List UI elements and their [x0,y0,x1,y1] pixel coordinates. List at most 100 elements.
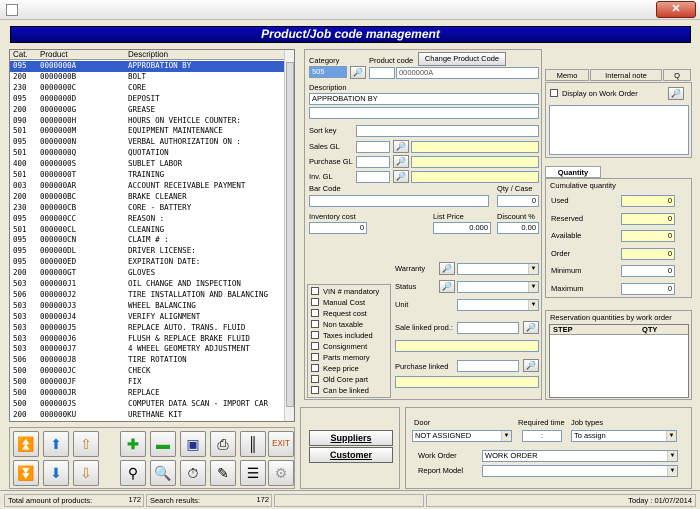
purchase-gl-field[interactable] [356,156,390,168]
job-types-select[interactable]: To assign ▼ [571,430,677,442]
warranty-select[interactable]: ▼ [457,263,539,275]
qty-case-field[interactable]: 0 [497,195,539,207]
reservation-table[interactable]: STEP QTY [549,324,689,398]
previous-record-icon[interactable]: ⬆ [43,431,69,457]
table-row[interactable]: 200 000000BC BRAKE CLEANER [10,192,294,203]
tab-memo[interactable]: Memo [545,69,589,81]
table-row[interactable]: 503 000000J6 FLUSH & REPLACE BRAKE FLUID [10,334,294,345]
barcode-icon[interactable]: ║ [240,431,266,457]
table-row[interactable]: 500 000000JC CHECK [10,366,294,377]
option-checkbox[interactable]: Consignment [311,342,367,352]
print-icon[interactable]: ⎙ [210,431,236,457]
display-on-work-order-checkbox[interactable]: Display on Work Order [550,89,638,99]
table-row[interactable]: 500 000000JS COMPUTER DATA SCAN - IMPORT C… [10,399,294,410]
required-time-field[interactable]: : [522,430,562,442]
table-row[interactable]: 200 000000GT GLOVES [10,268,294,279]
memo-edit-icon[interactable]: 🔎 [668,87,684,100]
table-row[interactable]: 230 000000CB CORE - BATTERY [10,203,294,214]
table-row[interactable]: 503 000000J3 WHEEL BALANCING [10,301,294,312]
qty-value[interactable]: 0 [621,265,675,277]
table-row[interactable]: 200 0000000G GREASE [10,105,294,116]
list-scrollbar[interactable] [284,50,294,421]
table-row[interactable]: 400 0000000S SUBLET LABOR [10,159,294,170]
zoom-search-icon[interactable]: 🔍 [150,460,176,486]
next-record-icon[interactable]: ⬇ [43,460,69,486]
option-checkbox[interactable]: Taxes included [311,331,373,341]
option-checkbox[interactable]: Can be linked [311,386,369,396]
suppliers-button[interactable]: Suppliers [309,430,393,446]
table-row[interactable]: 095 0000000D DEPOSIT [10,94,294,105]
product-code-prefix-field[interactable] [369,67,395,79]
col-header-product[interactable]: Product [40,50,68,60]
scroll-thumb[interactable] [286,62,294,407]
option-checkbox[interactable]: Parts memory [311,353,370,363]
option-checkbox[interactable]: Non taxable [311,320,363,330]
table-row[interactable]: 501 000000CL CLEANING [10,225,294,236]
option-checkbox[interactable]: Manual Cost [311,298,365,308]
table-row[interactable]: 095 000000CN CLAIM # : [10,235,294,246]
change-product-code-button[interactable]: Change Product Code [418,52,506,66]
description-field[interactable]: APPROBATION BY [309,93,539,105]
col-header-cat[interactable]: Cat. [13,50,28,60]
move-down-icon[interactable]: ⇩ [73,460,99,486]
sales-gl-field[interactable] [356,141,390,153]
table-row[interactable]: 500 000000JR REPLACE [10,388,294,399]
unit-select[interactable]: ▼ [457,299,539,311]
door-select[interactable]: NOT ASSIGNED ▼ [412,430,512,442]
table-row[interactable]: 506 000000J2 TIRE INSTALLATION AND BALANCI… [10,290,294,301]
table-row[interactable]: 503 000000J7 4 WHEEL GEOMETRY ADJUSTMENT [10,344,294,355]
table-row[interactable]: 501 0000000Q QUOTATION [10,148,294,159]
notes-icon[interactable]: ✎ [210,460,236,486]
table-row[interactable]: 095 0000000A APPROBATION BY [10,61,294,72]
discount-field[interactable]: 0.00 [497,222,539,234]
qty-value[interactable]: 0 [621,282,675,295]
col-header-description[interactable]: Description [128,50,168,60]
table-row[interactable]: 095 000000CC REASON : [10,214,294,225]
tab-internal-note[interactable]: Internal note [590,69,662,81]
table-row[interactable]: 503 000000J4 VERIFY ALIGNMENT [10,312,294,323]
memo-textarea[interactable] [549,105,689,155]
inv-gl-lookup-icon[interactable]: 🔎 [393,170,409,183]
table-row[interactable]: 230 0000000C CORE [10,83,294,94]
option-checkbox[interactable]: Request cost [311,309,367,319]
table-row[interactable]: 501 0000000T TRAINING [10,170,294,181]
table-row[interactable]: 501 0000000M EQUIPMENT MAINTENANCE [10,126,294,137]
bar-code-field[interactable] [309,195,489,207]
option-checkbox[interactable]: VIN # mandatory [311,287,379,297]
product-code-field[interactable]: 0000000A [396,67,539,79]
table-row[interactable]: 003 000000AR ACCOUNT RECEIVABLE PAYMENT [10,181,294,192]
tab-q[interactable]: Q [663,69,691,81]
document-icon[interactable]: ☰ [240,460,266,486]
table-row[interactable]: 503 000000J1 OIL CHANGE AND INSPECTION [10,279,294,290]
tab-quantity[interactable]: Quantity [545,166,601,178]
inv-gl-field[interactable] [356,171,390,183]
inventory-cost-field[interactable]: 0 [309,222,367,234]
category-lookup-icon[interactable]: 🔎 [350,66,366,79]
option-checkbox[interactable]: Keep price [311,364,359,374]
table-row[interactable]: 095 0000000N VERBAL AUTHORIZATION ON : [10,137,294,148]
table-row[interactable]: 506 000000J8 TIRE ROTATION [10,355,294,366]
work-order-select[interactable]: WORK ORDER ▼ [482,450,678,462]
table-row[interactable]: 090 0000000H HOURS ON VEHICLE COUNTER: [10,116,294,127]
table-row[interactable]: 200 0000000B BOLT [10,72,294,83]
customer-button[interactable]: Customer [309,447,393,463]
exit-icon[interactable]: EXIT [268,431,294,457]
close-button[interactable]: ✕ [656,1,696,18]
sort-key-field[interactable] [356,125,539,137]
sales-gl-lookup-icon[interactable]: 🔎 [393,140,409,153]
list-price-field[interactable]: 0.000 [433,222,491,234]
table-row[interactable]: 095 000000ED EXPIRATION DATE: [10,257,294,268]
status-select[interactable]: ▼ [457,281,539,293]
table-row[interactable]: 500 000000JF FIX [10,377,294,388]
tools-icon[interactable]: ⚙ [268,460,294,486]
sale-linked-field[interactable] [457,322,519,334]
report-model-select[interactable]: ▼ [482,465,678,477]
table-row[interactable]: 503 000000J5 REPLACE AUTO. TRANS. FLUID [10,323,294,334]
history-icon[interactable]: ⏱ [180,460,206,486]
table-row[interactable]: 095 000000DL DRIVER LICENSE: [10,246,294,257]
category-field[interactable]: 505 [309,66,347,78]
last-record-icon[interactable]: ⏬ [13,460,39,486]
table-row[interactable]: 200 000000KU URETHANE KIT [10,410,294,421]
warranty-lookup-icon[interactable]: 🔎 [439,262,455,275]
add-icon[interactable]: ✚ [120,431,146,457]
